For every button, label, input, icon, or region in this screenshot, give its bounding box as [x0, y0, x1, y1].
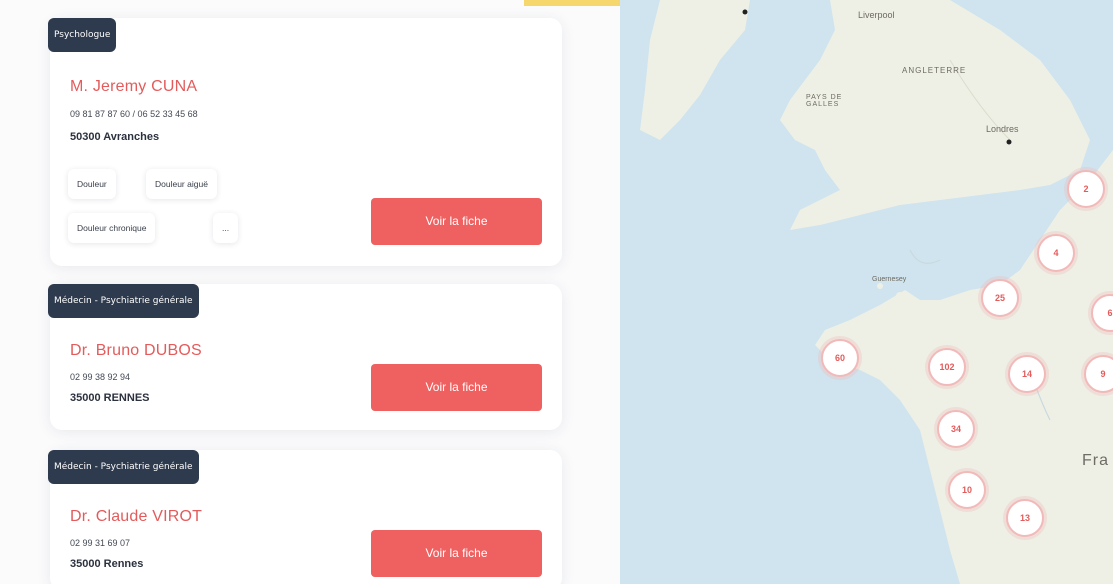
- map-cluster[interactable]: 25: [981, 279, 1019, 317]
- map-cluster[interactable]: 13: [1006, 499, 1044, 537]
- practitioner-name[interactable]: M. Jeremy CUNA: [70, 78, 197, 96]
- view-profile-button[interactable]: Voir la fiche: [371, 530, 542, 577]
- map-cluster[interactable]: 60: [821, 339, 859, 377]
- practitioner-name[interactable]: Dr. Claude VIROT: [70, 508, 202, 526]
- practitioner-phone: 02 99 31 69 07: [70, 538, 131, 548]
- view-profile-button[interactable]: Voir la fiche: [371, 198, 542, 245]
- category-badge: Psychologue: [48, 18, 117, 52]
- map-cluster[interactable]: 10: [948, 471, 986, 509]
- practitioner-phone: 09 81 87 87 60 / 06 52 33 45 68: [70, 109, 198, 119]
- map-label-guernesey: Guernesey: [872, 276, 907, 283]
- map-cluster[interactable]: 34: [937, 410, 975, 448]
- tag-douleur: Douleur: [68, 169, 116, 199]
- map-background[interactable]: [620, 0, 1113, 584]
- results-list: Psychologue M. Jeremy CUNA 09 81 87 87 6…: [0, 0, 620, 584]
- map-label-angleterre: ANGLETERRE: [902, 66, 967, 75]
- map-label-france: Fra: [1082, 452, 1109, 469]
- tag-douleur-aigue: Douleur aiguë: [146, 169, 217, 199]
- tag-douleur-chronique: Douleur chronique: [68, 213, 156, 243]
- map-cluster[interactable]: 102: [928, 348, 966, 386]
- map-cluster[interactable]: 2: [1067, 170, 1105, 208]
- category-badge: Médecin - Psychiatrie générale: [48, 450, 199, 484]
- view-profile-button[interactable]: Voir la fiche: [371, 364, 542, 411]
- map-label-liverpool: Liverpool: [858, 10, 895, 20]
- practitioner-city: 50300 Avranches: [70, 131, 160, 143]
- tag-more[interactable]: ...: [213, 213, 239, 243]
- practitioner-city: 35000 RENNES: [70, 392, 150, 404]
- practitioner-phone: 02 99 38 92 94: [70, 372, 131, 382]
- map-cluster[interactable]: 4: [1037, 234, 1075, 272]
- category-badge: Médecin - Psychiatrie générale: [48, 284, 199, 318]
- map-cluster[interactable]: 14: [1008, 355, 1046, 393]
- practitioner-card: Médecin - Psychiatrie générale Dr. Bruno…: [48, 284, 562, 430]
- practitioner-card: Médecin - Psychiatrie générale Dr. Claud…: [48, 450, 562, 584]
- practitioner-card: Psychologue M. Jeremy CUNA 09 81 87 87 6…: [48, 18, 562, 266]
- practitioner-city: 35000 Rennes: [70, 558, 144, 570]
- map-label-pays-de-galles: PAYS DE GALLES: [806, 94, 843, 108]
- map-view[interactable]: Liverpool ANGLETERRE PAYS DE GALLES Lond…: [620, 0, 1113, 584]
- map-label-londres: Londres: [986, 124, 1019, 134]
- practitioner-name[interactable]: Dr. Bruno DUBOS: [70, 342, 202, 360]
